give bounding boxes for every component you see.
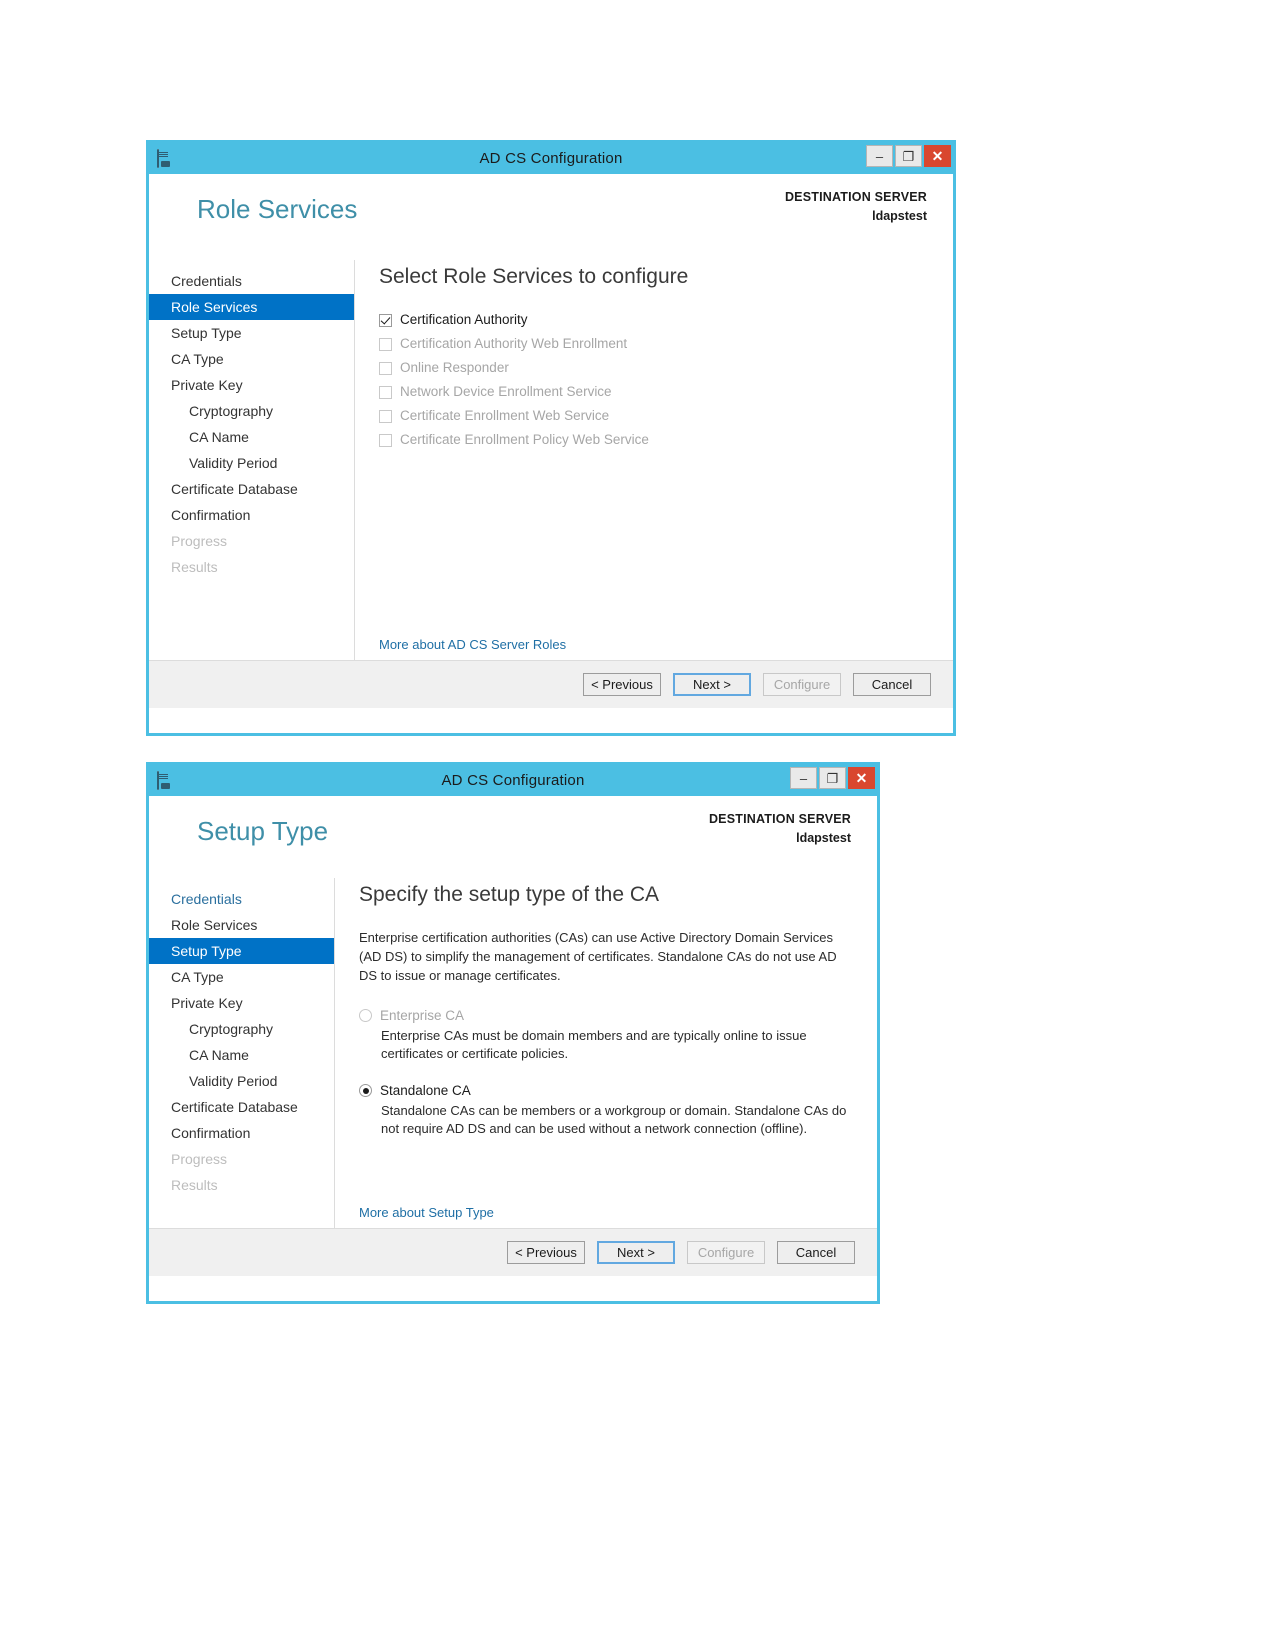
maximize-button[interactable]: ❐: [819, 767, 846, 789]
radio-option-enterprise-ca: Enterprise CA: [359, 1008, 853, 1023]
radio-label: Enterprise CA: [380, 1007, 465, 1023]
sidebar-item-validity-period[interactable]: Validity Period: [149, 1068, 334, 1094]
sidebar-item-setup-type[interactable]: Setup Type: [149, 938, 334, 964]
sidebar-item-role-services[interactable]: Role Services: [149, 294, 354, 320]
configure-button: Configure: [687, 1241, 765, 1264]
close-button[interactable]: ✕: [924, 145, 951, 167]
window1-title: AD CS Configuration: [479, 150, 623, 167]
previous-button[interactable]: < Previous: [583, 673, 661, 696]
sidebar-item-results: Results: [171, 559, 218, 575]
minimize-button[interactable]: –: [790, 767, 817, 789]
window2-title: AD CS Configuration: [441, 772, 585, 789]
sidebar-item-credentials[interactable]: Credentials: [149, 268, 354, 294]
sidebar-item-role-services[interactable]: Role Services: [149, 912, 334, 938]
maximize-button[interactable]: ❐: [895, 145, 922, 167]
sidebar-item-confirmation[interactable]: Confirmation: [149, 502, 354, 528]
minimize-button[interactable]: –: [866, 145, 893, 167]
more-about-link[interactable]: More about Setup Type: [359, 1205, 494, 1220]
checkbox-label: Certification Authority: [400, 312, 528, 328]
sidebar-item-confirmation[interactable]: Confirmation: [149, 1120, 334, 1146]
destination-server-label: DESTINATION SERVER: [708, 812, 851, 826]
radio-option-standalone-ca[interactable]: Standalone CA: [359, 1083, 853, 1098]
sidebar-item-ca-type[interactable]: CA Type: [149, 346, 354, 372]
window1-content: Credentials Role Services Setup Type CA …: [149, 260, 953, 660]
sidebar-item-results: Results: [171, 1177, 218, 1193]
window1-body: Role Services DESTINATION SERVER ldapste…: [149, 174, 953, 708]
sidebar-item-progress: Progress: [171, 533, 228, 549]
sidebar-item-private-key[interactable]: Private Key: [149, 990, 334, 1016]
radio-description-standalone-ca: Standalone CAs can be members or a workg…: [381, 1103, 847, 1137]
radio-enterprise-ca: [359, 1008, 372, 1022]
list-item: Certificate Enrollment Policy Web Servic…: [379, 431, 929, 449]
destination-server-label: DESTINATION SERVER: [784, 190, 927, 204]
sidebar-item-certificate-database[interactable]: Certificate Database: [149, 476, 354, 502]
list-item[interactable]: Certification Authority: [379, 311, 929, 329]
checkbox-online-responder: [379, 361, 392, 375]
close-button[interactable]: ✕: [848, 767, 875, 789]
checkbox-label: Online Responder: [400, 360, 509, 376]
cancel-button[interactable]: Cancel: [777, 1241, 855, 1264]
configure-button: Configure: [763, 673, 841, 696]
checkbox-ca-web-enrollment: [379, 337, 392, 351]
previous-button[interactable]: < Previous: [507, 1241, 585, 1264]
list-item: Network Device Enrollment Service: [379, 383, 929, 401]
sidebar-item-progress: Progress: [171, 1151, 228, 1167]
list-item: Online Responder: [379, 359, 929, 377]
more-about-link[interactable]: More about AD CS Server Roles: [379, 637, 566, 652]
window1-footer: < Previous Next > Configure Cancel: [149, 660, 953, 708]
setup-type-description: Enterprise certification authorities (CA…: [359, 930, 837, 983]
checkbox-certificate-enrollment-web-service: [379, 409, 392, 423]
sidebar-item-credentials[interactable]: Credentials: [149, 886, 334, 912]
checkbox-label: Certificate Enrollment Web Service: [400, 408, 610, 424]
window1-nav: Credentials Role Services Setup Type CA …: [149, 260, 354, 660]
radio-standalone-ca[interactable]: [359, 1084, 372, 1098]
cancel-button[interactable]: Cancel: [853, 673, 931, 696]
sidebar-item-certificate-database[interactable]: Certificate Database: [149, 1094, 334, 1120]
window2-content: Credentials Role Services Setup Type CA …: [149, 878, 877, 1228]
checkbox-network-device-enrollment-service: [379, 385, 392, 399]
window2-body: Setup Type DESTINATION SERVER ldapstest …: [149, 796, 877, 1276]
pane-heading: Select Role Services to configure: [379, 265, 689, 288]
window1-titlebar[interactable]: AD CS Configuration – ❐ ✕: [149, 143, 953, 174]
setup-type-radio-group: Enterprise CA Enterprise CAs must be dom…: [359, 1008, 853, 1159]
window2-footer: < Previous Next > Configure Cancel: [149, 1228, 877, 1276]
next-button[interactable]: Next >: [673, 673, 751, 696]
window2-pane: Specify the setup type of the CA Enterpr…: [334, 878, 877, 1228]
radio-label: Standalone CA: [380, 1083, 471, 1099]
window1-pane: Select Role Services to configure Certif…: [354, 260, 953, 660]
adcs-configuration-window-setup-type: AD CS Configuration – ❐ ✕ Setup Type DES…: [146, 762, 880, 1304]
checkbox-label: Network Device Enrollment Service: [400, 384, 612, 400]
role-services-checkbox-list: Certification Authority Certification Au…: [379, 311, 929, 455]
next-button[interactable]: Next >: [597, 1241, 675, 1264]
window2-nav: Credentials Role Services Setup Type CA …: [149, 878, 334, 1228]
sidebar-item-cryptography[interactable]: Cryptography: [149, 1016, 334, 1042]
checkbox-label: Certification Authority Web Enrollment: [400, 336, 628, 352]
sidebar-item-setup-type[interactable]: Setup Type: [149, 320, 354, 346]
checkbox-certificate-enrollment-policy-web-service: [379, 433, 392, 447]
window2-controls: – ❐ ✕: [790, 767, 875, 789]
pane-heading: Specify the setup type of the CA: [359, 883, 660, 906]
sidebar-item-cryptography[interactable]: Cryptography: [149, 398, 354, 424]
checkbox-certification-authority[interactable]: [379, 313, 392, 327]
adcs-configuration-window-role-services: AD CS Configuration – ❐ ✕ Role Services …: [146, 140, 956, 736]
window2-header: Setup Type DESTINATION SERVER ldapstest: [149, 796, 877, 878]
window2-titlebar[interactable]: AD CS Configuration – ❐ ✕: [149, 765, 877, 796]
destination-server: DESTINATION SERVER ldapstest: [785, 188, 927, 226]
radio-description-enterprise-ca: Enterprise CAs must be domain members an…: [381, 1027, 807, 1061]
window1-header: Role Services DESTINATION SERVER ldapste…: [149, 174, 953, 260]
list-item: Certificate Enrollment Web Service: [379, 407, 929, 425]
destination-server-name: ldapstest: [796, 830, 851, 845]
sidebar-item-ca-name[interactable]: CA Name: [149, 424, 354, 450]
sidebar-item-private-key[interactable]: Private Key: [149, 372, 354, 398]
sidebar-item-ca-type[interactable]: CA Type: [149, 964, 334, 990]
checkbox-label: Certificate Enrollment Policy Web Servic…: [400, 432, 649, 448]
window1-controls: – ❐ ✕: [866, 145, 951, 167]
sidebar-item-ca-name[interactable]: CA Name: [149, 1042, 334, 1068]
destination-server-name: ldapstest: [872, 208, 927, 223]
destination-server: DESTINATION SERVER ldapstest: [709, 810, 851, 848]
sidebar-item-validity-period[interactable]: Validity Period: [149, 450, 354, 476]
list-item: Certification Authority Web Enrollment: [379, 335, 929, 353]
